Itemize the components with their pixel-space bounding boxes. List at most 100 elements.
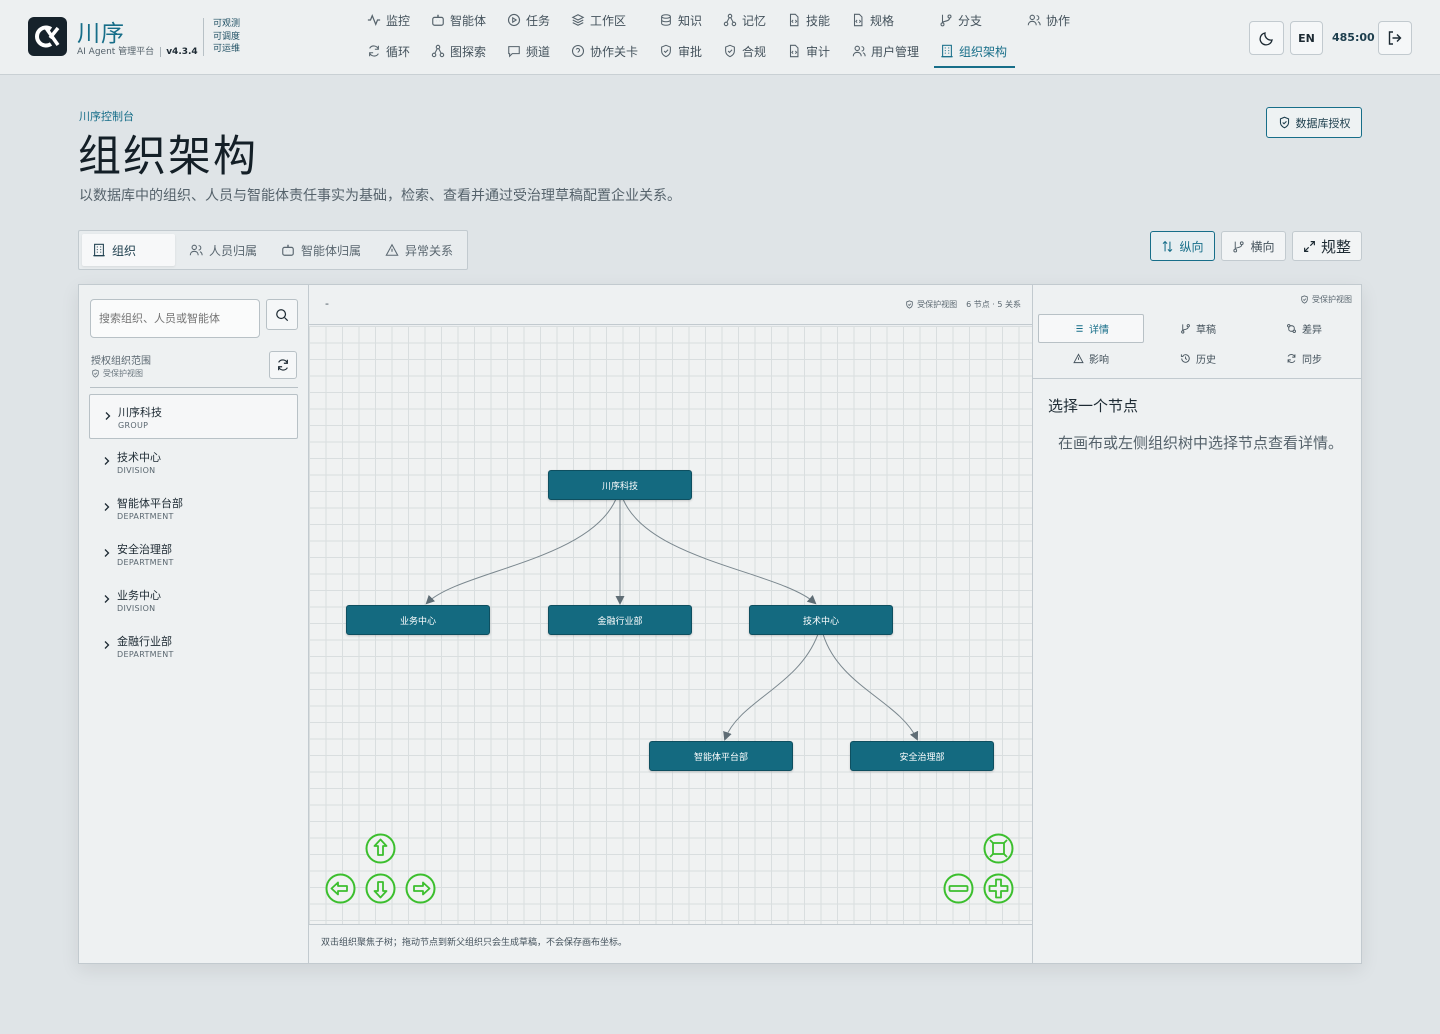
fit-layout-button[interactable]: 规整 <box>1292 231 1362 261</box>
zoom-out-icon[interactable] <box>943 873 974 904</box>
org-node-agent-platform[interactable]: 智能体平台部 <box>649 741 793 771</box>
tree-item-tech-center[interactable]: 技术中心 DIVISION <box>89 440 298 485</box>
org-node-root[interactable]: 川序科技 <box>548 470 692 500</box>
org-node-tech[interactable]: 技术中心 <box>749 605 893 635</box>
pan-down-icon[interactable] <box>365 873 396 904</box>
chevron-right-icon[interactable] <box>102 548 112 558</box>
nav-item-agents[interactable]: 智能体 <box>431 9 486 31</box>
scope-label: 授权组织范围 <box>91 356 151 367</box>
org-node-finance[interactable]: 金融行业部 <box>548 605 692 635</box>
chevron-right-icon[interactable] <box>102 456 112 466</box>
file-code-icon <box>789 44 799 58</box>
tree-item-business-center[interactable]: 业务中心 DIVISION <box>89 578 298 623</box>
tree-item-security-governance[interactable]: 安全治理部 DEPARTMENT <box>89 532 298 577</box>
pan-left-icon[interactable] <box>325 873 356 904</box>
refresh-scope-button[interactable] <box>269 351 297 379</box>
tree-item-name: 智能体平台部 <box>117 497 183 510</box>
nav-item-approval[interactable]: 审批 <box>659 40 702 62</box>
tab-label: 异常关系 <box>405 243 454 258</box>
edge-root-business <box>425 498 617 605</box>
chevron-right-icon[interactable] <box>102 502 112 512</box>
tab-anomalies[interactable]: 异常关系 <box>375 234 463 266</box>
git-branch-icon <box>1181 324 1190 334</box>
alert-triangle-icon <box>1073 353 1084 364</box>
database-auth-button[interactable]: 数据库授权 <box>1266 107 1362 138</box>
org-node-business[interactable]: 业务中心 <box>346 605 490 635</box>
detail-tab-history[interactable]: 历史 <box>1145 344 1251 373</box>
app-logo[interactable] <box>28 17 67 56</box>
theme-toggle-button[interactable] <box>1249 21 1284 55</box>
detail-empty-hint: 在画布或左侧组织树中选择节点查看详情。 <box>1058 434 1344 452</box>
tree-item-name: 安全治理部 <box>117 543 172 556</box>
play-circle-icon <box>507 13 521 27</box>
chevron-right-icon[interactable] <box>102 640 112 650</box>
org-search-input[interactable] <box>90 299 260 338</box>
detail-tab-label: 详情 <box>1089 325 1109 336</box>
chevron-right-icon[interactable] <box>103 411 113 421</box>
detail-empty-title: 选择一个节点 <box>1048 397 1139 415</box>
nav-item-graph[interactable]: 图探索 <box>431 40 486 62</box>
layout-vertical-label: 纵向 <box>1179 239 1204 254</box>
nav-label: 任务 <box>526 13 551 28</box>
nav-item-compliance[interactable]: 合规 <box>723 40 766 62</box>
nav-label: 技能 <box>806 13 831 28</box>
nav-item-gates[interactable]: 协作关卡 <box>571 40 638 62</box>
canvas-meta: 受保护视图 6 节点 · 5 关系 <box>905 299 1021 310</box>
nav-item-channels[interactable]: 频道 <box>507 40 550 62</box>
nav-item-specs[interactable]: 规格 <box>851 9 894 31</box>
tree-item-finance-industry[interactable]: 金融行业部 DEPARTMENT <box>89 624 298 669</box>
nav-item-org[interactable]: 组织架构 <box>940 40 1007 62</box>
layout-horizontal-label: 横向 <box>1250 239 1275 254</box>
pan-right-icon[interactable] <box>405 873 436 904</box>
tab-organization[interactable]: 组织 <box>82 234 175 266</box>
language-button[interactable]: EN <box>1290 21 1323 55</box>
detail-tab-details[interactable]: 详情 <box>1038 314 1144 343</box>
users-icon <box>1027 14 1041 26</box>
nav-item-skills[interactable]: 技能 <box>787 9 830 31</box>
nav-item-collab[interactable]: 协作 <box>1027 9 1070 31</box>
logout-button[interactable] <box>1378 21 1412 55</box>
detail-tab-impact[interactable]: 影响 <box>1038 344 1144 373</box>
tree-item-chuanxu-tech[interactable]: 川序科技 GROUP <box>89 394 298 439</box>
nav-item-users[interactable]: 用户管理 <box>852 40 919 62</box>
nav-item-monitor[interactable]: 监控 <box>367 9 410 31</box>
org-node-security[interactable]: 安全治理部 <box>850 741 994 771</box>
layout-vertical-button[interactable]: 纵向 <box>1150 231 1215 261</box>
nav-item-audit[interactable]: 审计 <box>787 40 830 62</box>
zoom-in-icon[interactable] <box>983 873 1014 904</box>
detail-tab-drafts[interactable]: 草稿 <box>1145 314 1251 343</box>
shield-check-icon <box>92 369 99 378</box>
tree-item-agent-platform[interactable]: 智能体平台部 DEPARTMENT <box>89 486 298 531</box>
nav-label: 组织架构 <box>959 44 1008 59</box>
org-canvas[interactable]: 川序科技 业务中心 金融行业部 技术中心 智能体平台部 安全治理部 <box>309 326 1032 924</box>
search-button[interactable] <box>266 299 298 330</box>
nav-item-memory[interactable]: 记忆 <box>723 9 766 31</box>
nav-item-workspace[interactable]: 工作区 <box>571 9 626 31</box>
file-code-icon <box>853 13 863 27</box>
building-icon <box>941 44 953 58</box>
detail-tab-label: 影响 <box>1089 355 1109 366</box>
moon-icon <box>1258 32 1273 46</box>
org-canvas-area: - 受保护视图 6 节点 · 5 关系 川序科技 业务中心 金融行业部 技术中心… <box>309 285 1032 963</box>
nav-item-knowledge[interactable]: 知识 <box>659 9 702 31</box>
org-workspace-panel: 授权组织范围 受保护视图 川序科技 GROUP 技术中心 DIVISION 智能… <box>78 284 1362 964</box>
nav-item-loop[interactable]: 循环 <box>367 40 410 62</box>
pan-up-icon[interactable] <box>365 833 396 864</box>
nav-label: 分支 <box>958 13 983 28</box>
chevron-right-icon[interactable] <box>102 594 112 604</box>
layout-horizontal-button[interactable]: 横向 <box>1221 231 1286 261</box>
detail-tab-diff[interactable]: 差异 <box>1251 314 1357 343</box>
nav-label: 协作 <box>1046 13 1071 28</box>
fit-view-icon[interactable] <box>983 833 1014 864</box>
tab-person-membership[interactable]: 人员归属 <box>179 234 267 266</box>
nav-item-tasks[interactable]: 任务 <box>507 9 550 31</box>
brand-tag: 可运维 <box>213 44 241 54</box>
edge-tech-security <box>822 633 919 741</box>
tree-item-type: DEPARTMENT <box>117 558 174 567</box>
detail-tab-sync[interactable]: 同步 <box>1251 344 1357 373</box>
app-header: 川序 AI Agent 管理平台 v4.3.4 可观测 可调度 可运维 监控 智能… <box>0 0 1440 75</box>
nav-item-branches[interactable]: 分支 <box>939 9 982 31</box>
tab-agent-membership[interactable]: 智能体归属 <box>271 234 371 266</box>
tree-item-type: GROUP <box>118 421 149 430</box>
detail-protected-badge: 受保护视图 <box>1300 294 1352 305</box>
